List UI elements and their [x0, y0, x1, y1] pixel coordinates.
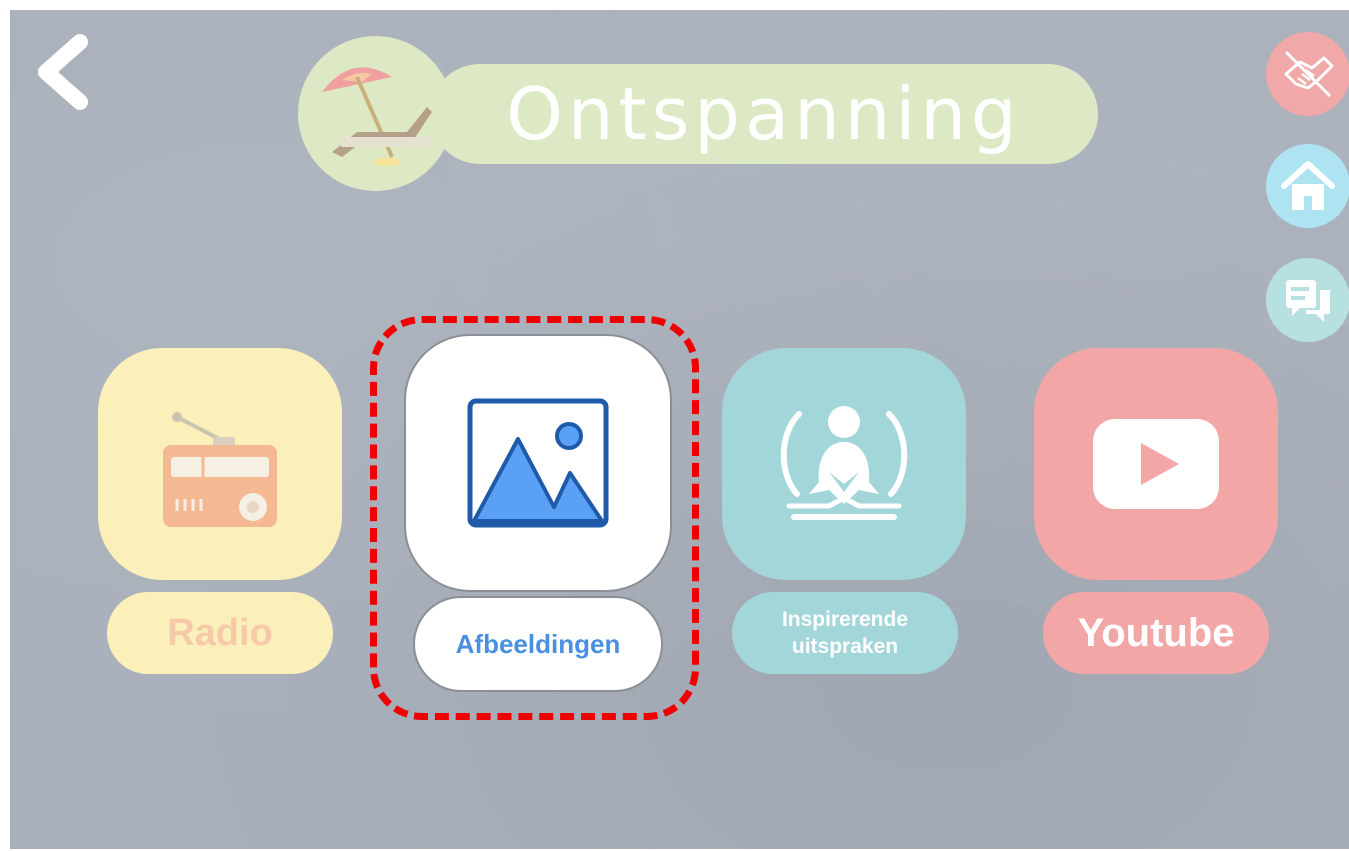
youtube-label[interactable]: Youtube [1043, 592, 1269, 674]
radio-tile[interactable] [98, 348, 342, 580]
home-icon [1281, 161, 1335, 210]
meditation-icon [780, 406, 908, 520]
chat-button[interactable] [1266, 258, 1349, 342]
home-button[interactable] [1266, 144, 1349, 228]
handshake-off-icon [1284, 50, 1334, 98]
screen: Ontspanning Radio Afbeeldingen Inspirere… [10, 10, 1349, 849]
radio-icon [163, 412, 277, 527]
page-title: Ontspanning [506, 72, 1022, 156]
handshake-button[interactable] [1266, 32, 1349, 116]
chevron-left-icon [38, 34, 88, 110]
chat-bubbles-icon [1286, 280, 1330, 322]
back-button[interactable] [28, 32, 98, 112]
label-line-2: uitspraken [791, 635, 899, 658]
images-tile[interactable] [406, 336, 670, 590]
youtube-tile[interactable] [1034, 348, 1278, 580]
beach-chair-umbrella-icon [312, 52, 437, 177]
radio-label[interactable]: Radio [107, 592, 333, 674]
inspirational-quotes-label[interactable]: Inspirerende uitspraken [732, 592, 958, 674]
youtube-play-icon [1093, 419, 1219, 509]
images-label[interactable]: Afbeeldingen [415, 598, 661, 690]
image-icon [467, 398, 609, 528]
inspirational-quotes-tile[interactable] [722, 348, 966, 580]
label-line-1: Inspirerende [781, 608, 909, 631]
